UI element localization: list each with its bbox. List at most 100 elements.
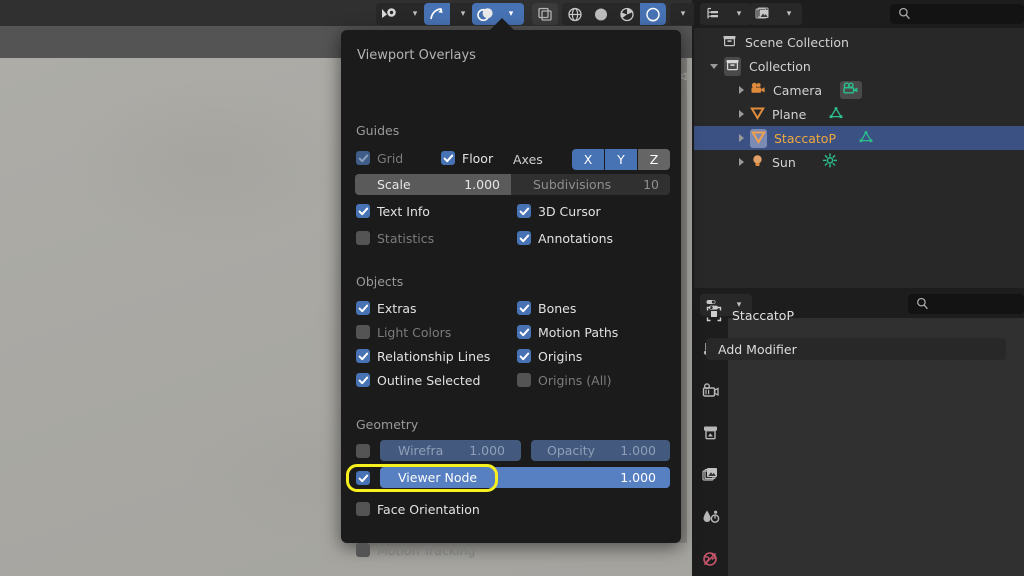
overlay-viewer-node-toggle[interactable] xyxy=(356,469,370,487)
properties-search-field[interactable] xyxy=(929,297,1007,311)
render-icon[interactable] xyxy=(700,380,722,402)
xray-toggle-icon[interactable] xyxy=(532,3,558,25)
properties-object-breadcrumb[interactable]: StaccatoP xyxy=(706,306,794,325)
chevron-right-icon[interactable] xyxy=(739,134,744,142)
overlay-bones-toggle[interactable]: Bones xyxy=(517,299,576,317)
outliner-search-field[interactable] xyxy=(911,7,1006,21)
chevron-right-icon[interactable] xyxy=(739,110,744,118)
chevron-right-icon[interactable] xyxy=(739,158,744,166)
extras-checkbox[interactable] xyxy=(356,301,370,315)
viewer-node-checkbox[interactable] xyxy=(356,471,370,485)
light-colors-checkbox[interactable] xyxy=(356,325,370,339)
rendered-icon[interactable] xyxy=(640,3,666,25)
axis-y-toggle[interactable]: Y xyxy=(605,149,637,170)
origins-all-checkbox[interactable] xyxy=(517,373,531,387)
overlay-origins-toggle[interactable]: Origins xyxy=(517,347,582,365)
outliner-filter-icon[interactable] xyxy=(750,3,776,25)
outliner-label-collection: Collection xyxy=(749,58,811,74)
light-colors-label: Light Colors xyxy=(377,324,452,340)
camera-icon xyxy=(750,82,766,98)
grid-scale-field[interactable]: Scale 1.000 xyxy=(355,174,511,195)
text-info-checkbox[interactable] xyxy=(356,204,370,218)
solid-icon[interactable] xyxy=(588,3,614,25)
outliner-row-collection[interactable]: Collection xyxy=(694,54,1024,78)
overlay-light-colors-toggle[interactable]: Light Colors xyxy=(356,323,451,341)
overlay-relationship-lines-toggle[interactable]: Relationship Lines xyxy=(356,347,490,365)
view-layer-icon[interactable] xyxy=(700,464,722,486)
overlay-motion-paths-toggle[interactable]: Motion Paths xyxy=(517,323,618,341)
axis-x-toggle[interactable]: X xyxy=(572,149,604,170)
outliner-row-sun[interactable]: Sun xyxy=(694,150,1024,174)
axis-z-toggle[interactable]: Z xyxy=(638,149,670,170)
outline-selected-checkbox[interactable] xyxy=(356,373,370,387)
outliner-row-camera[interactable]: Camera xyxy=(694,78,1024,102)
add-modifier-button[interactable]: Add Modifier xyxy=(706,338,1006,360)
eye-dropdown-icon[interactable] xyxy=(376,3,402,25)
statistics-checkbox[interactable] xyxy=(356,231,370,245)
popup-pointer xyxy=(489,18,515,31)
grid-subdivisions-field[interactable]: Subdivisions 10 xyxy=(511,174,670,195)
toolbar-visibility-group[interactable]: ▾ xyxy=(376,3,428,25)
extras-label: Extras xyxy=(377,300,417,316)
outliner-filter-group[interactable]: ▾ xyxy=(750,3,802,25)
origins-label: Origins xyxy=(538,348,583,364)
shading-dropdown-caret[interactable]: ▾ xyxy=(670,3,696,25)
overlay-motion-tracking-toggle[interactable]: Motion Tracking xyxy=(356,541,475,559)
light-icon xyxy=(750,154,765,171)
overlay-3d-cursor-toggle[interactable]: 3D Cursor xyxy=(517,202,601,220)
overlay-extras-toggle[interactable]: Extras xyxy=(356,299,417,317)
outliner-display-mode-icon[interactable] xyxy=(700,3,726,25)
wireframe-checkbox[interactable] xyxy=(356,444,370,458)
wireframe-opacity-slider[interactable]: Opacity 1.000 xyxy=(531,440,670,461)
sun-data-icon[interactable] xyxy=(822,153,838,171)
mesh-data-icon[interactable] xyxy=(858,130,874,147)
cursor-3d-checkbox[interactable] xyxy=(517,204,531,218)
overlay-grid-toggle[interactable]: Grid xyxy=(356,149,403,167)
chevron-right-icon[interactable] xyxy=(739,86,744,94)
outliner-display-mode-group[interactable]: ▾ xyxy=(700,3,752,25)
output-icon[interactable] xyxy=(700,422,722,444)
overlay-statistics-toggle[interactable]: Statistics xyxy=(356,229,434,247)
grid-checkbox[interactable] xyxy=(356,151,370,165)
overlay-wireframe-toggle[interactable] xyxy=(356,442,370,460)
gizmo-icon[interactable] xyxy=(424,3,450,25)
chevron-down-icon[interactable] xyxy=(710,63,718,69)
overlay-outline-selected-toggle[interactable]: Outline Selected xyxy=(356,371,480,389)
outliner-editor: ▾ ▾ Scene Collection Collection Camera P… xyxy=(694,0,1024,288)
face-orientation-checkbox[interactable] xyxy=(356,502,370,516)
outliner-filter-caret[interactable]: ▾ xyxy=(776,3,802,25)
cursor-3d-label: 3D Cursor xyxy=(538,203,601,219)
annotations-checkbox[interactable] xyxy=(517,231,531,245)
overlay-face-orientation-toggle[interactable]: Face Orientation xyxy=(356,500,480,518)
wireframe-icon[interactable] xyxy=(562,3,588,25)
overlay-text-info-toggle[interactable]: Text Info xyxy=(356,202,430,220)
outliner-search-input[interactable] xyxy=(890,4,1024,24)
grid-subdivisions-value: 10 xyxy=(643,177,659,192)
outliner-display-mode-caret[interactable]: ▾ xyxy=(726,3,752,25)
overlay-origins-all-toggle[interactable]: Origins (All) xyxy=(517,371,612,389)
overlay-floor-toggle[interactable]: Floor xyxy=(441,149,493,167)
scene-icon[interactable] xyxy=(700,506,722,528)
outliner-row-scene-collection[interactable]: Scene Collection xyxy=(694,30,1024,54)
outliner-row-staccatop[interactable]: StaccatoP xyxy=(694,126,1024,150)
toolbar-gizmo-group[interactable]: ▾ xyxy=(424,3,476,25)
viewer-node-slider[interactable]: Viewer Node 1.000 xyxy=(380,467,670,488)
origins-checkbox[interactable] xyxy=(517,349,531,363)
toolbar-shading-group[interactable] xyxy=(562,3,666,25)
outliner-row-plane[interactable]: Plane xyxy=(694,102,1024,126)
bones-checkbox[interactable] xyxy=(517,301,531,315)
toolbar-xray-group[interactable] xyxy=(532,3,558,25)
motion-tracking-checkbox[interactable] xyxy=(356,543,370,557)
overlay-annotations-toggle[interactable]: Annotations xyxy=(517,229,613,247)
floor-checkbox[interactable] xyxy=(441,151,455,165)
motion-paths-checkbox[interactable] xyxy=(517,325,531,339)
properties-search-input[interactable] xyxy=(908,294,1024,314)
shading-dropdown-group[interactable]: ▾ xyxy=(670,3,696,25)
mesh-data-icon[interactable] xyxy=(828,106,844,123)
world-icon[interactable] xyxy=(700,548,722,570)
camera-data-icon[interactable] xyxy=(840,81,863,99)
wireframe-slider[interactable]: Wirefra 1.000 xyxy=(380,440,521,461)
outliner-label-camera: Camera xyxy=(773,82,823,98)
material-preview-icon[interactable] xyxy=(614,3,640,25)
relationship-lines-checkbox[interactable] xyxy=(356,349,370,363)
